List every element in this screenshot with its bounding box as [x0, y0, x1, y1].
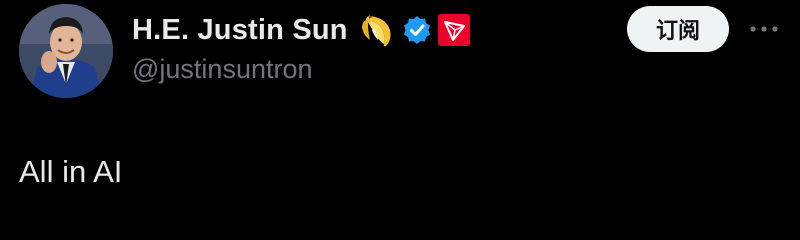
- verified-badge-icon[interactable]: [402, 15, 432, 45]
- tweet-text: All in AI: [19, 154, 123, 189]
- avatar[interactable]: [19, 4, 113, 98]
- author-handle[interactable]: @justinsuntron: [132, 54, 313, 85]
- more-horizontal-icon: [750, 26, 778, 32]
- banana-icon: [361, 14, 391, 47]
- avatar-image: [19, 4, 113, 98]
- tron-logo-icon[interactable]: [437, 14, 470, 46]
- author-name-row: H.E. Justin Sun: [132, 8, 470, 52]
- more-options-button[interactable]: [744, 14, 784, 44]
- subscribe-button[interactable]: 订阅: [627, 6, 729, 52]
- author-display-name[interactable]: H.E. Justin Sun: [132, 14, 348, 47]
